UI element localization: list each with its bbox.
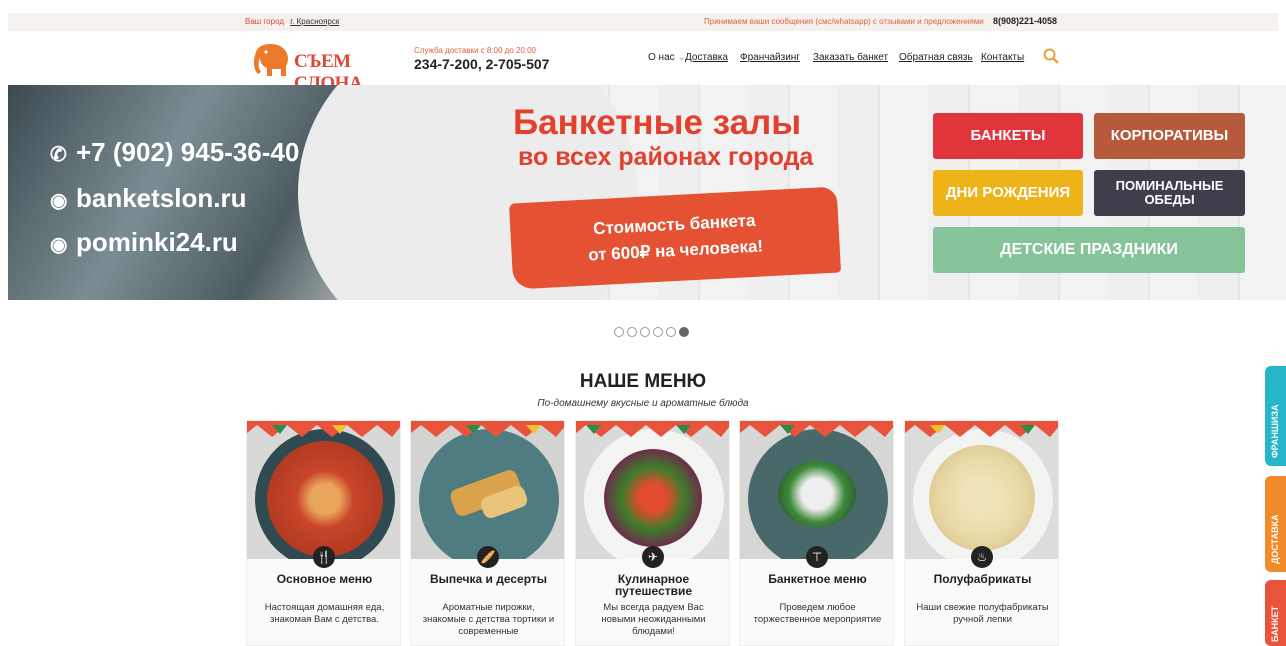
- banner-site-2[interactable]: ◉ pominki24.ru: [50, 227, 238, 258]
- phone-icon: ✆: [50, 144, 67, 166]
- corkscrew-icon: ⊤: [806, 546, 828, 568]
- search-icon[interactable]: [1043, 48, 1059, 64]
- tile-birthdays[interactable]: ДНИ РОЖДЕНИЯ: [933, 170, 1083, 216]
- tile-banquets[interactable]: БАНКЕТЫ: [933, 113, 1083, 159]
- slider-dot[interactable]: [627, 327, 637, 337]
- browser-icon: ◉: [50, 190, 68, 212]
- flag-garland: [905, 421, 1058, 437]
- banner-title: Банкетные залы: [513, 103, 802, 142]
- card-title: Полуфабрикаты: [933, 572, 1032, 586]
- city-selector[interactable]: Ваш город г. Красноярск: [245, 17, 339, 26]
- tile-memorial[interactable]: ПОМИНАЛЬНЫЕ ОБЕДЫ: [1094, 170, 1245, 216]
- feedback-phone[interactable]: 8(908)221-4058: [993, 16, 1057, 26]
- slider-dot[interactable]: [653, 327, 663, 337]
- delivery-hours: Служба доставки с 8:00 до 20:00: [414, 46, 537, 55]
- baguette-icon: 🥖: [477, 546, 499, 568]
- feedback-message: Принимаем ваши сообщения (смс/whatsapp) …: [704, 17, 984, 26]
- banner-phone[interactable]: ✆ +7 (902) 945-36-40: [50, 137, 299, 168]
- dish-photo: [247, 421, 400, 559]
- menu-card-main[interactable]: 🍴 Основное меню Настоящая домашняя еда, …: [246, 420, 401, 646]
- side-tab-franchise[interactable]: ФРАНШИЗА: [1265, 366, 1286, 466]
- menu-card-culinary[interactable]: ✈ Кулинарное путешествие Мы всегда радуе…: [575, 420, 730, 646]
- nav-item-delivery[interactable]: Доставка: [685, 52, 728, 63]
- city-value[interactable]: г. Красноярск: [290, 17, 339, 26]
- rolls: [778, 461, 856, 527]
- card-title: Основное меню: [276, 572, 373, 586]
- hero-banner[interactable]: ✆ +7 (902) 945-36-40 ◉ banketslon.ru ◉ pomi…: [8, 85, 1286, 300]
- flag-garland: [411, 421, 564, 437]
- dumplings: [929, 445, 1035, 551]
- browser-icon: ◉: [50, 234, 68, 256]
- tile-kids-parties[interactable]: ДЕТСКИЕ ПРАЗДНИКИ: [933, 227, 1245, 273]
- pot-icon: ♨: [971, 546, 993, 568]
- card-description: Наши свежие полуфабрикаты ручной лепки: [916, 602, 1049, 625]
- nav-item-contacts[interactable]: Контакты: [981, 52, 1024, 63]
- nav-item-about[interactable]: О нас ⌄: [648, 52, 686, 63]
- card-description: Настоящая домашняя еда, знакомая Вам с д…: [264, 602, 385, 625]
- card-title: Выпечка и десерты: [429, 572, 547, 586]
- card-description: Проведем любое торжественное мероприятие: [753, 602, 882, 625]
- cutlery-icon: 🍴: [313, 546, 335, 568]
- elephant-logo-icon: [253, 44, 288, 76]
- dish-photo: [576, 421, 729, 559]
- dish-photo: [740, 421, 893, 559]
- dish-photo: [411, 421, 564, 559]
- delivery-info: Служба доставки с 8:00 до 20:00 234-7-20…: [414, 46, 549, 72]
- card-description: Мы всегда радуем Вас новыми неожиданными…: [601, 602, 706, 637]
- delivery-phones[interactable]: 234-7-200, 2-705-507: [414, 56, 549, 72]
- salad: [604, 449, 702, 547]
- card-description: Ароматные пирожки, знакомые с детства то…: [422, 602, 555, 637]
- menu-section-title: НАШЕ МЕНЮ: [579, 371, 707, 392]
- banner-site-1[interactable]: ◉ banketslon.ru: [50, 183, 246, 214]
- menu-card-semi-finished[interactable]: ♨ Полуфабрикаты Наши свежие полуфабрикат…: [904, 420, 1059, 646]
- banner-subtitle: во всех районах города: [518, 143, 814, 171]
- city-label: Ваш город: [245, 17, 285, 26]
- top-info-bar: Ваш город г. Красноярск Принимаем ваши с…: [8, 13, 1278, 31]
- side-tab-delivery[interactable]: ДОСТАВКА: [1265, 476, 1286, 572]
- flag-garland: [576, 421, 729, 437]
- flag-garland: [247, 421, 400, 437]
- plane-icon: ✈: [642, 546, 664, 568]
- card-title: Кулинарное путешествие: [614, 572, 693, 598]
- tile-corporate[interactable]: КОРПОРАТИВЫ: [1094, 113, 1245, 159]
- slider-dot[interactable]: [640, 327, 650, 337]
- menu-card-banquet[interactable]: ⊤ Банкетное меню Проведем любое торжеств…: [739, 420, 894, 646]
- card-title: Банкетное меню: [768, 572, 867, 586]
- menu-card-bakery[interactable]: 🥖 Выпечка и десерты Ароматные пирожки, з…: [410, 420, 565, 646]
- banner-promo: Стоимость банкета от 600₽ на человека!: [508, 186, 842, 290]
- nav-item-feedback[interactable]: Обратная связь: [899, 52, 973, 63]
- nav-item-order-banquet[interactable]: Заказать банкет: [813, 52, 888, 63]
- site-logo[interactable]: СЪЕМ СЛОНА: [252, 42, 392, 94]
- flag-garland: [740, 421, 893, 437]
- menu-section-subtitle: По-домашнему вкусные и ароматные блюда: [537, 398, 749, 409]
- slider-dot-active[interactable]: [679, 327, 689, 337]
- dish-photo: [905, 421, 1058, 559]
- soup: [267, 441, 383, 557]
- slider-dot[interactable]: [666, 327, 676, 337]
- side-tab-banquet[interactable]: БАНКЕТ: [1265, 580, 1286, 646]
- slider-dot[interactable]: [614, 327, 624, 337]
- nav-item-franchise[interactable]: Франчайзинг: [740, 52, 800, 63]
